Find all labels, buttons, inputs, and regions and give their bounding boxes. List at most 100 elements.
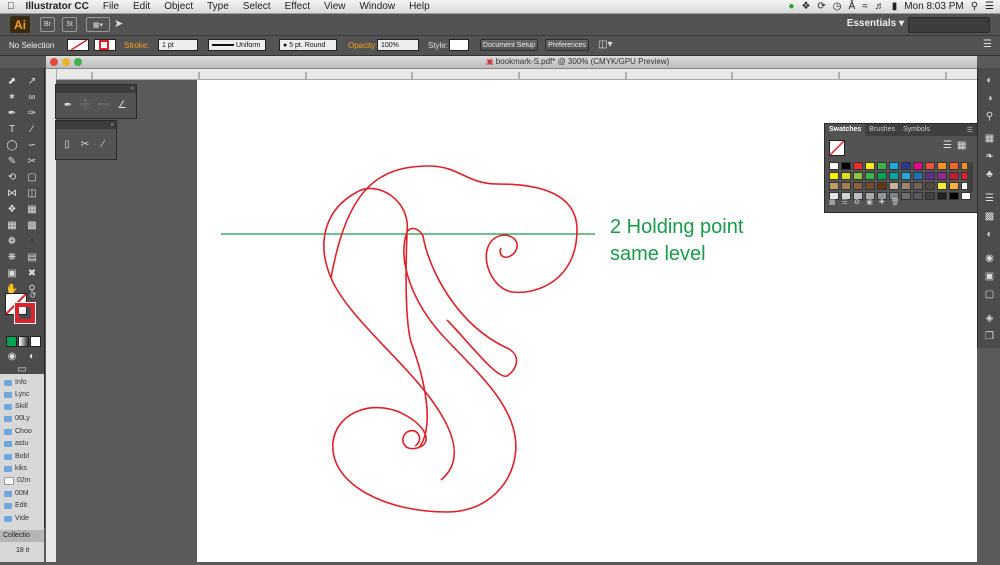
color-panel-icon[interactable]: ◐: [983, 74, 996, 86]
dropbox-icon[interactable]: ❖: [801, 1, 810, 12]
ellipse-tool-icon[interactable]: ◯: [4, 138, 20, 152]
zoom-window-button[interactable]: [74, 58, 82, 66]
color-guide-icon[interactable]: ◑: [983, 92, 996, 104]
arrange-icon[interactable]: ◫▾: [598, 39, 612, 50]
collection-header[interactable]: Collectio: [0, 530, 44, 542]
color-mode-button[interactable]: [6, 336, 17, 347]
timemachine-icon[interactable]: ◷: [833, 1, 842, 12]
color-swatch[interactable]: [829, 172, 839, 180]
color-swatch[interactable]: [853, 182, 863, 190]
color-swatch[interactable]: [889, 162, 899, 170]
line-tool-icon[interactable]: ∕: [24, 122, 40, 136]
stroke-label[interactable]: Stroke:: [124, 41, 149, 50]
menu-select[interactable]: Select: [236, 1, 278, 12]
swatch-libraries-icon[interactable]: ▦: [829, 198, 836, 208]
color-swatch[interactable]: [889, 182, 899, 190]
list-item[interactable]: Edit: [4, 500, 44, 511]
bridge-button[interactable]: Br: [40, 17, 55, 32]
lasso-tool-icon[interactable]: ∞: [24, 90, 40, 104]
free-transform-tool-icon[interactable]: ◫: [24, 186, 40, 200]
delete-anchor-point-icon[interactable]: ➖: [96, 98, 112, 112]
color-swatch[interactable]: [937, 162, 947, 170]
opacity-label[interactable]: Opacity:: [348, 41, 377, 50]
list-item[interactable]: 00M: [4, 488, 44, 499]
stroke-weight-input[interactable]: 1 pt: [158, 39, 198, 51]
flyout-header[interactable]: «: [56, 85, 136, 93]
variable-width-profile[interactable]: Uniform: [208, 39, 266, 51]
list-item[interactable]: Vide: [4, 513, 44, 524]
color-swatch[interactable]: [865, 182, 875, 190]
brush-definition[interactable]: ● 5 pt. Round: [279, 39, 337, 51]
add-anchor-point-icon[interactable]: ➕: [78, 98, 94, 112]
list-item[interactable]: Choo: [4, 426, 44, 437]
list-view-icon[interactable]: ☰: [943, 140, 952, 151]
curvature-tool-icon[interactable]: ✑: [24, 106, 40, 120]
transparency-dock-icon[interactable]: ◐: [983, 228, 996, 240]
bluetooth-icon[interactable]: Å: [849, 1, 856, 12]
appearance-dock-icon[interactable]: ◉: [983, 252, 996, 264]
list-item[interactable]: Bobl: [4, 451, 44, 462]
swatch-options-icon[interactable]: ⚙: [854, 198, 860, 208]
color-swatch[interactable]: [841, 182, 851, 190]
document-setup-button[interactable]: Document Setup: [480, 39, 538, 51]
symbol-sprayer-tool-icon[interactable]: ❋: [4, 250, 20, 264]
sync-icon[interactable]: ⟳: [817, 1, 825, 12]
color-swatch[interactable]: [901, 172, 911, 180]
control-panel-menu-icon[interactable]: ☰: [983, 39, 992, 50]
menu-app-name[interactable]: Illustrator CC: [22, 1, 96, 12]
color-swatch[interactable]: [877, 182, 887, 190]
knife-tool-icon[interactable]: ∕: [95, 137, 111, 151]
gradient-mode-button[interactable]: [18, 336, 29, 347]
swap-fill-stroke-icon[interactable]: ↺: [28, 290, 38, 300]
blend-tool-icon[interactable]: ◾: [24, 234, 40, 248]
new-swatch-icon[interactable]: ✚: [879, 198, 885, 208]
drawing-mode-icon[interactable]: ◉: [4, 349, 20, 363]
slice-tool-icon[interactable]: ✖: [24, 266, 40, 280]
list-item[interactable]: 02m: [4, 475, 44, 486]
menu-edit[interactable]: Edit: [126, 1, 157, 12]
help-search-input[interactable]: [908, 17, 990, 33]
gradient-tool-icon[interactable]: ▩: [24, 218, 40, 232]
anchor-point-tool-icon[interactable]: ∠: [114, 98, 130, 112]
wifi-icon[interactable]: ≈: [862, 1, 868, 12]
tab-swatches[interactable]: Swatches: [825, 124, 866, 136]
pen-tool-icon[interactable]: ✒: [60, 98, 76, 112]
swatches-scrollbar[interactable]: [967, 162, 973, 192]
tab-symbols[interactable]: Symbols: [899, 124, 934, 136]
artboards-panel-icon[interactable]: ❐: [983, 330, 996, 342]
notification-icon[interactable]: ☰: [985, 1, 994, 12]
color-swatch[interactable]: [865, 162, 875, 170]
shape-builder-tool-icon[interactable]: ❖: [4, 202, 20, 216]
delete-swatch-icon[interactable]: 🗑: [891, 198, 900, 208]
pen-tool-icon[interactable]: ✒: [4, 106, 20, 120]
s-shape-outer-path[interactable]: [323, 165, 578, 513]
color-swatch[interactable]: [901, 182, 911, 190]
list-item[interactable]: astu: [4, 438, 44, 449]
rotate-tool-icon[interactable]: ⟲: [4, 170, 20, 184]
scissors-tool-icon[interactable]: ✂: [24, 154, 40, 168]
battery-icon[interactable]: ▮: [892, 1, 898, 12]
width-tool-icon[interactable]: ⋈: [4, 186, 20, 200]
eraser-tool-icon[interactable]: ▯: [59, 137, 75, 151]
menu-file[interactable]: File: [96, 1, 126, 12]
color-swatch[interactable]: [925, 162, 935, 170]
eyedropper-tool-icon[interactable]: ❁: [4, 234, 20, 248]
selection-tool-icon[interactable]: ⬈: [4, 74, 20, 88]
thumbnail-view-icon[interactable]: ▦: [957, 140, 966, 151]
color-swatch[interactable]: [949, 162, 959, 170]
color-swatch[interactable]: [889, 172, 899, 180]
stroke-swatch[interactable]: [94, 39, 116, 51]
workspace-switcher[interactable]: Essentials ▾: [847, 18, 904, 29]
color-swatch[interactable]: [853, 172, 863, 180]
color-swatch[interactable]: [841, 162, 851, 170]
list-item[interactable]: Lync: [4, 389, 44, 400]
color-swatch[interactable]: [913, 162, 923, 170]
layers-dock-icon[interactable]: ◈: [983, 312, 996, 324]
color-swatch[interactable]: [913, 172, 923, 180]
fill-swatch[interactable]: [67, 39, 89, 51]
list-item[interactable]: kiks: [4, 463, 44, 474]
close-window-button[interactable]: [50, 58, 58, 66]
libraries-icon[interactable]: ⚲: [983, 110, 996, 122]
perspective-grid-tool-icon[interactable]: ▦: [24, 202, 40, 216]
color-swatch[interactable]: [949, 172, 959, 180]
